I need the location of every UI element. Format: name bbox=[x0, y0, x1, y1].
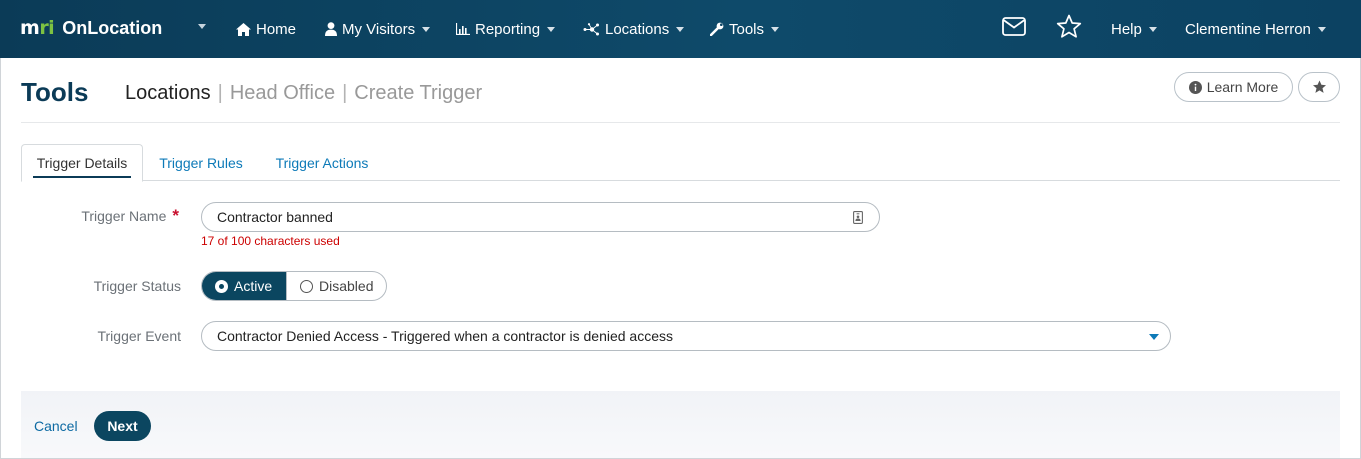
trigger-name-label-text: Trigger Name bbox=[81, 208, 167, 224]
page-title: Tools bbox=[21, 77, 89, 107]
tab-label: Trigger Rules bbox=[159, 154, 243, 171]
trigger-name-value: Contractor banned bbox=[217, 209, 333, 225]
character-counter: 17 of 100 characters used bbox=[201, 234, 340, 248]
status-disabled-option[interactable]: Disabled bbox=[286, 272, 386, 300]
trigger-name-label: Trigger Name * bbox=[20, 206, 179, 226]
app-name: OnLocation bbox=[62, 17, 163, 38]
radio-selected-icon bbox=[215, 279, 228, 293]
chevron-down-icon bbox=[1148, 26, 1157, 32]
trigger-event-label: Trigger Event bbox=[97, 328, 181, 344]
favorites-button[interactable] bbox=[1055, 14, 1083, 44]
breadcrumb-separator: | bbox=[217, 82, 223, 104]
header-divider bbox=[21, 122, 1340, 123]
tab-label: Trigger Details bbox=[36, 155, 128, 171]
favorite-page-button[interactable] bbox=[1298, 72, 1340, 102]
star-icon bbox=[1312, 80, 1327, 94]
top-navigation-bar: mri OnLocation Home My Visitors Reportin… bbox=[0, 0, 1361, 58]
trigger-event-value: Contractor Denied Access - Triggered whe… bbox=[217, 328, 674, 344]
active-tab-indicator bbox=[33, 176, 131, 178]
nav-locations[interactable]: Locations bbox=[583, 19, 685, 39]
bar-chart-icon bbox=[456, 23, 470, 35]
required-indicator: * bbox=[172, 206, 179, 225]
next-button[interactable]: Next bbox=[94, 411, 151, 441]
breadcrumb-locations: Locations bbox=[125, 82, 211, 104]
status-disabled-label: Disabled bbox=[319, 278, 374, 294]
wrench-icon bbox=[710, 22, 724, 36]
tab-trigger-details[interactable]: Trigger Details bbox=[21, 144, 143, 182]
star-icon bbox=[1056, 14, 1082, 44]
tab-label: Trigger Actions bbox=[275, 154, 369, 171]
cancel-link[interactable]: Cancel bbox=[34, 418, 78, 434]
info-icon bbox=[1188, 80, 1202, 94]
nav-home[interactable]: Home bbox=[236, 19, 296, 39]
nav-help-label: Help bbox=[1111, 20, 1142, 38]
nav-reporting-label: Reporting bbox=[475, 20, 541, 38]
chevron-down-icon bbox=[676, 26, 685, 32]
nav-help[interactable]: Help bbox=[1111, 19, 1157, 39]
mri-logo: mri bbox=[20, 17, 55, 39]
tab-trigger-rules[interactable]: Trigger Rules bbox=[149, 144, 253, 181]
brand[interactable]: mri OnLocation bbox=[20, 17, 162, 39]
chevron-down-icon bbox=[422, 26, 431, 32]
tab-trigger-actions[interactable]: Trigger Actions bbox=[264, 144, 380, 181]
tab-bar: Trigger Details Trigger Rules Trigger Ac… bbox=[21, 144, 1340, 182]
user-menu[interactable]: Clementine Herron bbox=[1185, 19, 1326, 39]
nav-my-visitors[interactable]: My Visitors bbox=[325, 19, 431, 39]
form-footer bbox=[21, 391, 1340, 458]
messages-button[interactable] bbox=[1000, 15, 1028, 43]
dropdown-caret-icon bbox=[1149, 334, 1159, 340]
envelope-icon bbox=[1002, 17, 1026, 41]
learn-more-button[interactable]: Learn More bbox=[1174, 72, 1293, 102]
breadcrumb-head-office: Head Office bbox=[229, 82, 336, 104]
id-card-icon bbox=[853, 211, 863, 224]
trigger-name-input[interactable]: Contractor banned bbox=[201, 202, 880, 232]
status-active-option[interactable]: Active bbox=[202, 272, 286, 300]
home-icon bbox=[236, 22, 251, 36]
radio-unselected-icon bbox=[300, 279, 313, 293]
network-icon bbox=[583, 22, 600, 36]
nav-tools[interactable]: Tools bbox=[710, 19, 780, 39]
breadcrumb-create-trigger: Create Trigger bbox=[354, 82, 483, 104]
user-name: Clementine Herron bbox=[1185, 20, 1311, 38]
trigger-event-select[interactable]: Contractor Denied Access - Triggered whe… bbox=[201, 321, 1171, 351]
status-active-label: Active bbox=[234, 278, 273, 294]
breadcrumb-separator: | bbox=[342, 82, 348, 104]
trigger-status-label: Trigger Status bbox=[93, 278, 181, 294]
nav-reporting[interactable]: Reporting bbox=[456, 19, 556, 39]
nav-tools-label: Tools bbox=[729, 20, 765, 38]
app-switcher-chevron-down-icon[interactable] bbox=[198, 24, 206, 29]
chevron-down-icon bbox=[1317, 26, 1326, 32]
breadcrumb: Locations | Head Office | Create Trigger bbox=[125, 82, 482, 105]
chevron-down-icon bbox=[547, 26, 556, 32]
chevron-down-icon bbox=[771, 26, 780, 32]
nav-locations-label: Locations bbox=[605, 20, 670, 38]
nav-home-label: Home bbox=[256, 20, 297, 38]
nav-my-visitors-label: My Visitors bbox=[342, 20, 416, 38]
trigger-status-toggle: Active Disabled bbox=[201, 271, 388, 301]
user-icon bbox=[325, 22, 337, 36]
learn-more-label: Learn More bbox=[1206, 79, 1279, 95]
